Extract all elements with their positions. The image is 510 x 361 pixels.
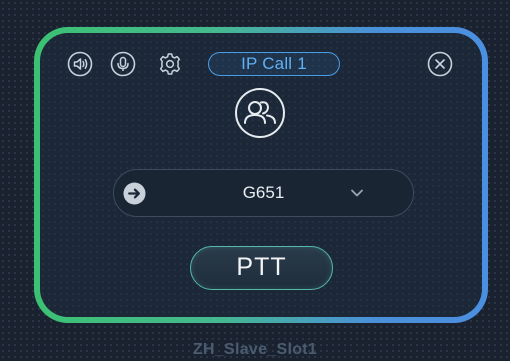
microphone-button[interactable] [110, 51, 136, 77]
settings-button[interactable] [157, 51, 183, 77]
talkgroup-value: G651 [242, 183, 285, 202]
group-users-icon [235, 88, 285, 138]
group-avatar [234, 87, 286, 139]
arrow-right-circle-icon [123, 182, 146, 205]
push-to-talk-button[interactable]: PTT [190, 246, 333, 290]
close-button[interactable] [427, 51, 453, 77]
gear-icon [159, 53, 181, 75]
call-card: IP Call 1 G651 PTT [40, 33, 482, 317]
speaker-button[interactable] [67, 51, 93, 77]
call-title-badge: IP Call 1 [208, 52, 340, 76]
close-icon [427, 51, 453, 77]
microphone-icon [110, 51, 136, 77]
channel-slot-label: ZH_Slave_Slot1 [192, 341, 318, 358]
call-card-frame: IP Call 1 G651 PTT [34, 27, 488, 323]
chevron-down-icon [351, 189, 363, 197]
talkgroup-select[interactable]: G651 [113, 169, 414, 217]
speaker-icon [67, 51, 93, 77]
